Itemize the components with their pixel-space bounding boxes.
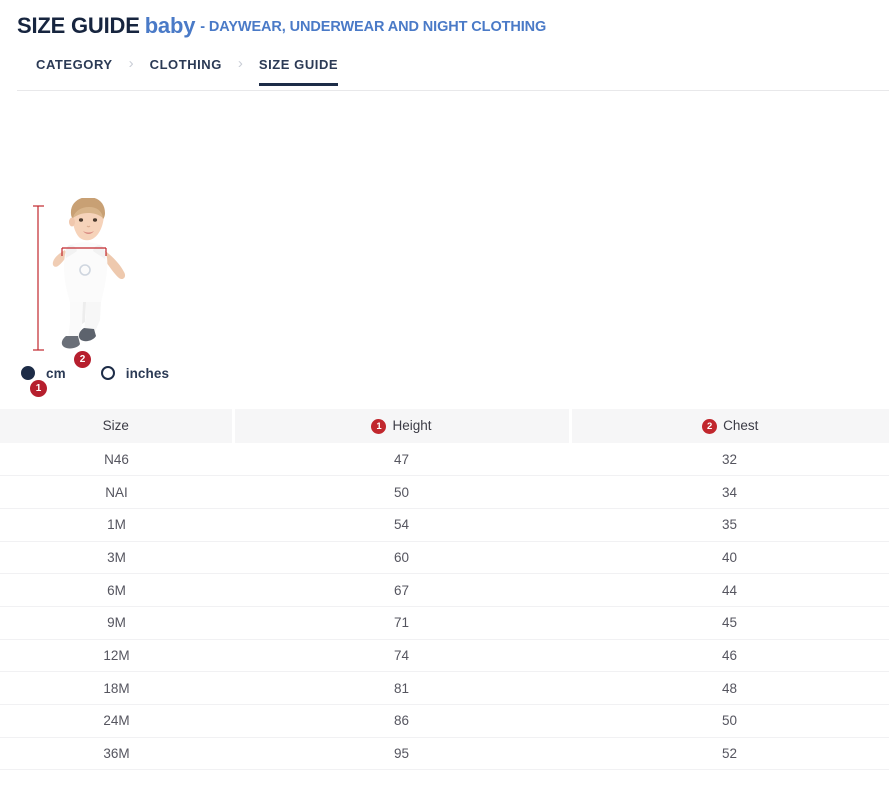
page-title: SIZE GUIDEbaby- DAYWEAR, UNDERWEAR AND N… xyxy=(0,0,889,39)
cell-chest: 52 xyxy=(570,737,889,770)
table-row[interactable]: 3M6040 xyxy=(0,541,889,574)
breadcrumb-item-size-guide[interactable]: SIZE GUIDE xyxy=(259,53,338,86)
table-row[interactable]: 18M8148 xyxy=(0,672,889,705)
table-row[interactable]: 6M6744 xyxy=(0,574,889,607)
cell-size: NAI xyxy=(0,476,233,509)
page-title-description: - DAYWEAR, UNDERWEAR AND NIGHT CLOTHING xyxy=(200,19,546,35)
table-row[interactable]: NAI5034 xyxy=(0,476,889,509)
breadcrumb-item-clothing[interactable]: CLOTHING xyxy=(150,53,222,85)
breadcrumb: CATEGORY › CLOTHING › SIZE GUIDE xyxy=(0,53,889,91)
radio-inches-icon[interactable] xyxy=(101,366,115,380)
baby-head xyxy=(69,198,105,240)
cell-chest: 50 xyxy=(570,705,889,738)
unit-selector: cm inches xyxy=(0,358,889,388)
column-header-size-label: Size xyxy=(103,419,129,433)
cell-height: 67 xyxy=(233,574,570,607)
cell-height: 47 xyxy=(233,443,570,476)
table-row[interactable]: 1M5435 xyxy=(0,508,889,541)
cell-height: 60 xyxy=(233,541,570,574)
chest-marker-badge: 2 xyxy=(74,351,91,368)
column-header-chest[interactable]: 2 Chest xyxy=(570,409,889,443)
cell-size: N46 xyxy=(0,443,233,476)
cell-chest: 46 xyxy=(570,639,889,672)
height-measure-line xyxy=(33,206,44,350)
cell-height: 81 xyxy=(233,672,570,705)
breadcrumb-item-category[interactable]: CATEGORY xyxy=(36,53,113,85)
page-title-main: SIZE GUIDE xyxy=(17,13,140,38)
cell-size: 18M xyxy=(0,672,233,705)
baby-figure: 1 2 xyxy=(28,198,148,358)
cell-size: 12M xyxy=(0,639,233,672)
height-badge-icon: 1 xyxy=(371,419,386,434)
column-header-height[interactable]: 1 Height xyxy=(233,409,570,443)
table-row[interactable]: 24M8650 xyxy=(0,705,889,738)
radio-cm-icon[interactable] xyxy=(21,366,35,380)
baby-body xyxy=(53,242,125,348)
column-header-size[interactable]: Size xyxy=(0,409,233,443)
cell-chest: 40 xyxy=(570,541,889,574)
height-marker-badge: 1 xyxy=(30,380,47,397)
unit-label-inches: inches xyxy=(126,366,169,381)
cell-height: 74 xyxy=(233,639,570,672)
cell-height: 95 xyxy=(233,737,570,770)
cell-size: 24M xyxy=(0,705,233,738)
table-header: Size 1 Height 2 Chest xyxy=(0,409,889,443)
baby-photo-illustration xyxy=(28,198,148,358)
page-title-category: baby xyxy=(145,13,196,38)
table-row[interactable]: 36M9552 xyxy=(0,737,889,770)
unit-label-cm: cm xyxy=(46,366,66,381)
cell-chest: 48 xyxy=(570,672,889,705)
cell-size: 36M xyxy=(0,737,233,770)
cell-height: 71 xyxy=(233,606,570,639)
cell-chest: 35 xyxy=(570,508,889,541)
table-body: N464732NAI50341M54353M60406M67449M714512… xyxy=(0,443,889,770)
cell-chest: 32 xyxy=(570,443,889,476)
cell-height: 54 xyxy=(233,508,570,541)
table-row[interactable]: N464732 xyxy=(0,443,889,476)
cell-height: 50 xyxy=(233,476,570,509)
cell-size: 9M xyxy=(0,606,233,639)
measurement-illustration: 1 2 xyxy=(0,93,889,358)
chevron-right-icon: › xyxy=(238,53,243,71)
cell-size: 1M xyxy=(0,508,233,541)
table-row[interactable]: 9M7145 xyxy=(0,606,889,639)
unit-option-inches[interactable]: inches xyxy=(101,366,169,381)
cell-height: 86 xyxy=(233,705,570,738)
chevron-right-icon: › xyxy=(129,53,134,71)
column-header-chest-label: Chest xyxy=(723,419,758,433)
size-guide-table: Size 1 Height 2 Chest N464732NAI50341M54… xyxy=(0,409,889,770)
chest-badge-icon: 2 xyxy=(702,419,717,434)
cell-chest: 34 xyxy=(570,476,889,509)
cell-chest: 44 xyxy=(570,574,889,607)
cell-chest: 45 xyxy=(570,606,889,639)
unit-option-cm[interactable]: cm xyxy=(21,366,66,381)
cell-size: 6M xyxy=(0,574,233,607)
cell-size: 3M xyxy=(0,541,233,574)
column-header-height-label: Height xyxy=(392,419,431,433)
table-row[interactable]: 12M7446 xyxy=(0,639,889,672)
table-header-row: Size 1 Height 2 Chest xyxy=(0,409,889,443)
